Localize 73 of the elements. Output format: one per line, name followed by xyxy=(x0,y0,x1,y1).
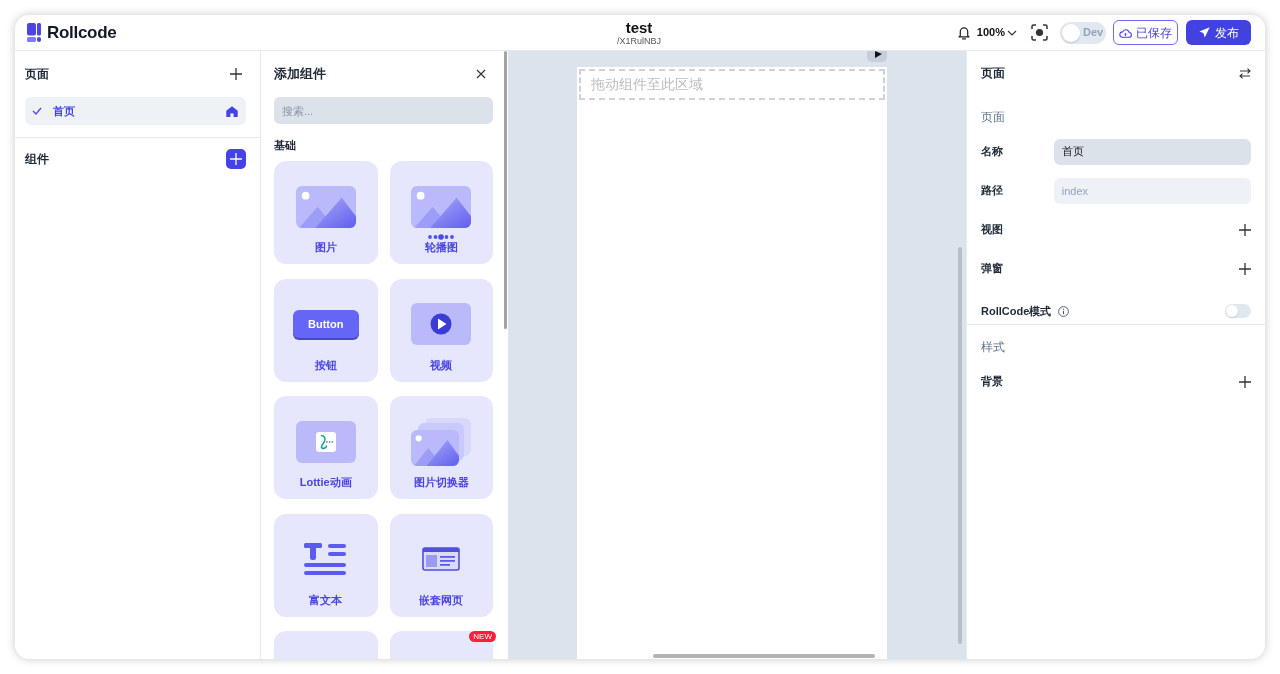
component-card[interactable]: 视频 xyxy=(389,278,493,382)
component-card[interactable]: 轮播图 xyxy=(389,161,493,264)
text-input[interactable]: 首页 xyxy=(1053,138,1251,165)
row-label: 视图 xyxy=(981,222,1003,238)
component-card[interactable]: NEW xyxy=(389,631,493,659)
drop-zone: 拖动组件至此区域 xyxy=(579,69,885,100)
saved-button[interactable]: 已保存 xyxy=(1113,20,1178,45)
new-badge: NEW xyxy=(469,631,496,642)
swap-button[interactable] xyxy=(1239,67,1251,79)
row-label: 弹窗 xyxy=(981,261,1003,277)
add-component-button[interactable] xyxy=(226,148,246,169)
add-button[interactable] xyxy=(1239,223,1251,236)
video-icon xyxy=(411,303,472,345)
info-icon xyxy=(1058,305,1070,317)
panel-title: 页面 xyxy=(981,65,1005,82)
scrollbar[interactable] xyxy=(653,654,875,658)
plus-icon xyxy=(1239,262,1251,275)
close-button[interactable] xyxy=(476,69,486,79)
zoom-dropdown[interactable]: 100% xyxy=(976,24,1017,41)
plus-icon xyxy=(230,68,242,80)
chevron-down-icon xyxy=(1007,29,1017,36)
image-icon xyxy=(295,185,356,228)
record-button[interactable] xyxy=(1031,24,1048,41)
stacked-images-icon xyxy=(411,417,472,466)
panel-title: 添加组件 xyxy=(274,65,326,84)
project-title: test xyxy=(625,20,653,35)
notification-button[interactable] xyxy=(956,25,971,40)
logo-text: Rollcode xyxy=(47,21,117,44)
carousel-icon xyxy=(411,185,472,240)
lottie-icon xyxy=(295,420,356,463)
search-field[interactable]: 搜索... xyxy=(274,97,493,124)
add-button[interactable] xyxy=(1239,262,1251,275)
text-input[interactable]: index xyxy=(1053,177,1251,204)
page-item[interactable]: 首页 xyxy=(25,97,246,125)
publish-button[interactable]: 发布 xyxy=(1186,20,1251,45)
toggle-switch[interactable] xyxy=(1225,304,1251,318)
row-label: RollCode模式 xyxy=(981,303,1052,319)
row-label: 背景 xyxy=(981,374,1003,390)
check-icon xyxy=(32,107,42,115)
browser-window-icon xyxy=(422,547,461,571)
close-icon xyxy=(476,69,486,79)
page-name: 首页 xyxy=(53,103,75,119)
section-title: 样式 xyxy=(981,339,1006,356)
component-card[interactable]: Lottie动画 xyxy=(274,396,378,499)
button-preview: Button xyxy=(292,310,359,338)
scrollbar[interactable] xyxy=(504,51,507,329)
plus-icon xyxy=(1239,223,1251,236)
plus-icon xyxy=(230,152,242,165)
rich-text-icon xyxy=(303,543,348,575)
logo-icon xyxy=(27,23,41,42)
screen-record-icon xyxy=(1031,24,1048,41)
swap-icon xyxy=(1239,67,1251,79)
component-card[interactable]: 嵌套网页 xyxy=(389,513,493,617)
plus-icon xyxy=(1239,375,1251,388)
component-card[interactable]: Button 按钮 xyxy=(274,278,378,382)
scrollbar[interactable] xyxy=(958,247,962,644)
component-card[interactable]: 富文本 xyxy=(274,513,378,617)
field-label: 路径 xyxy=(981,183,1004,199)
group-title: 基础 xyxy=(274,138,297,153)
add-page-button[interactable] xyxy=(230,68,242,80)
field-label: 名称 xyxy=(981,144,1004,160)
section-title: 组件 xyxy=(25,150,49,168)
project-path: /X1RulNBJ xyxy=(617,37,661,46)
section-title: 页面 xyxy=(981,109,1006,126)
send-icon xyxy=(1198,27,1210,38)
triangle-icon xyxy=(875,51,882,58)
cloud-icon xyxy=(1119,27,1132,38)
bell-icon xyxy=(956,25,971,40)
add-button[interactable] xyxy=(1239,375,1251,388)
component-card[interactable]: 图片 xyxy=(274,161,378,264)
component-card[interactable]: 图片切换器 xyxy=(389,396,493,499)
preview-button[interactable] xyxy=(867,51,887,62)
section-title: 页面 xyxy=(25,66,49,83)
